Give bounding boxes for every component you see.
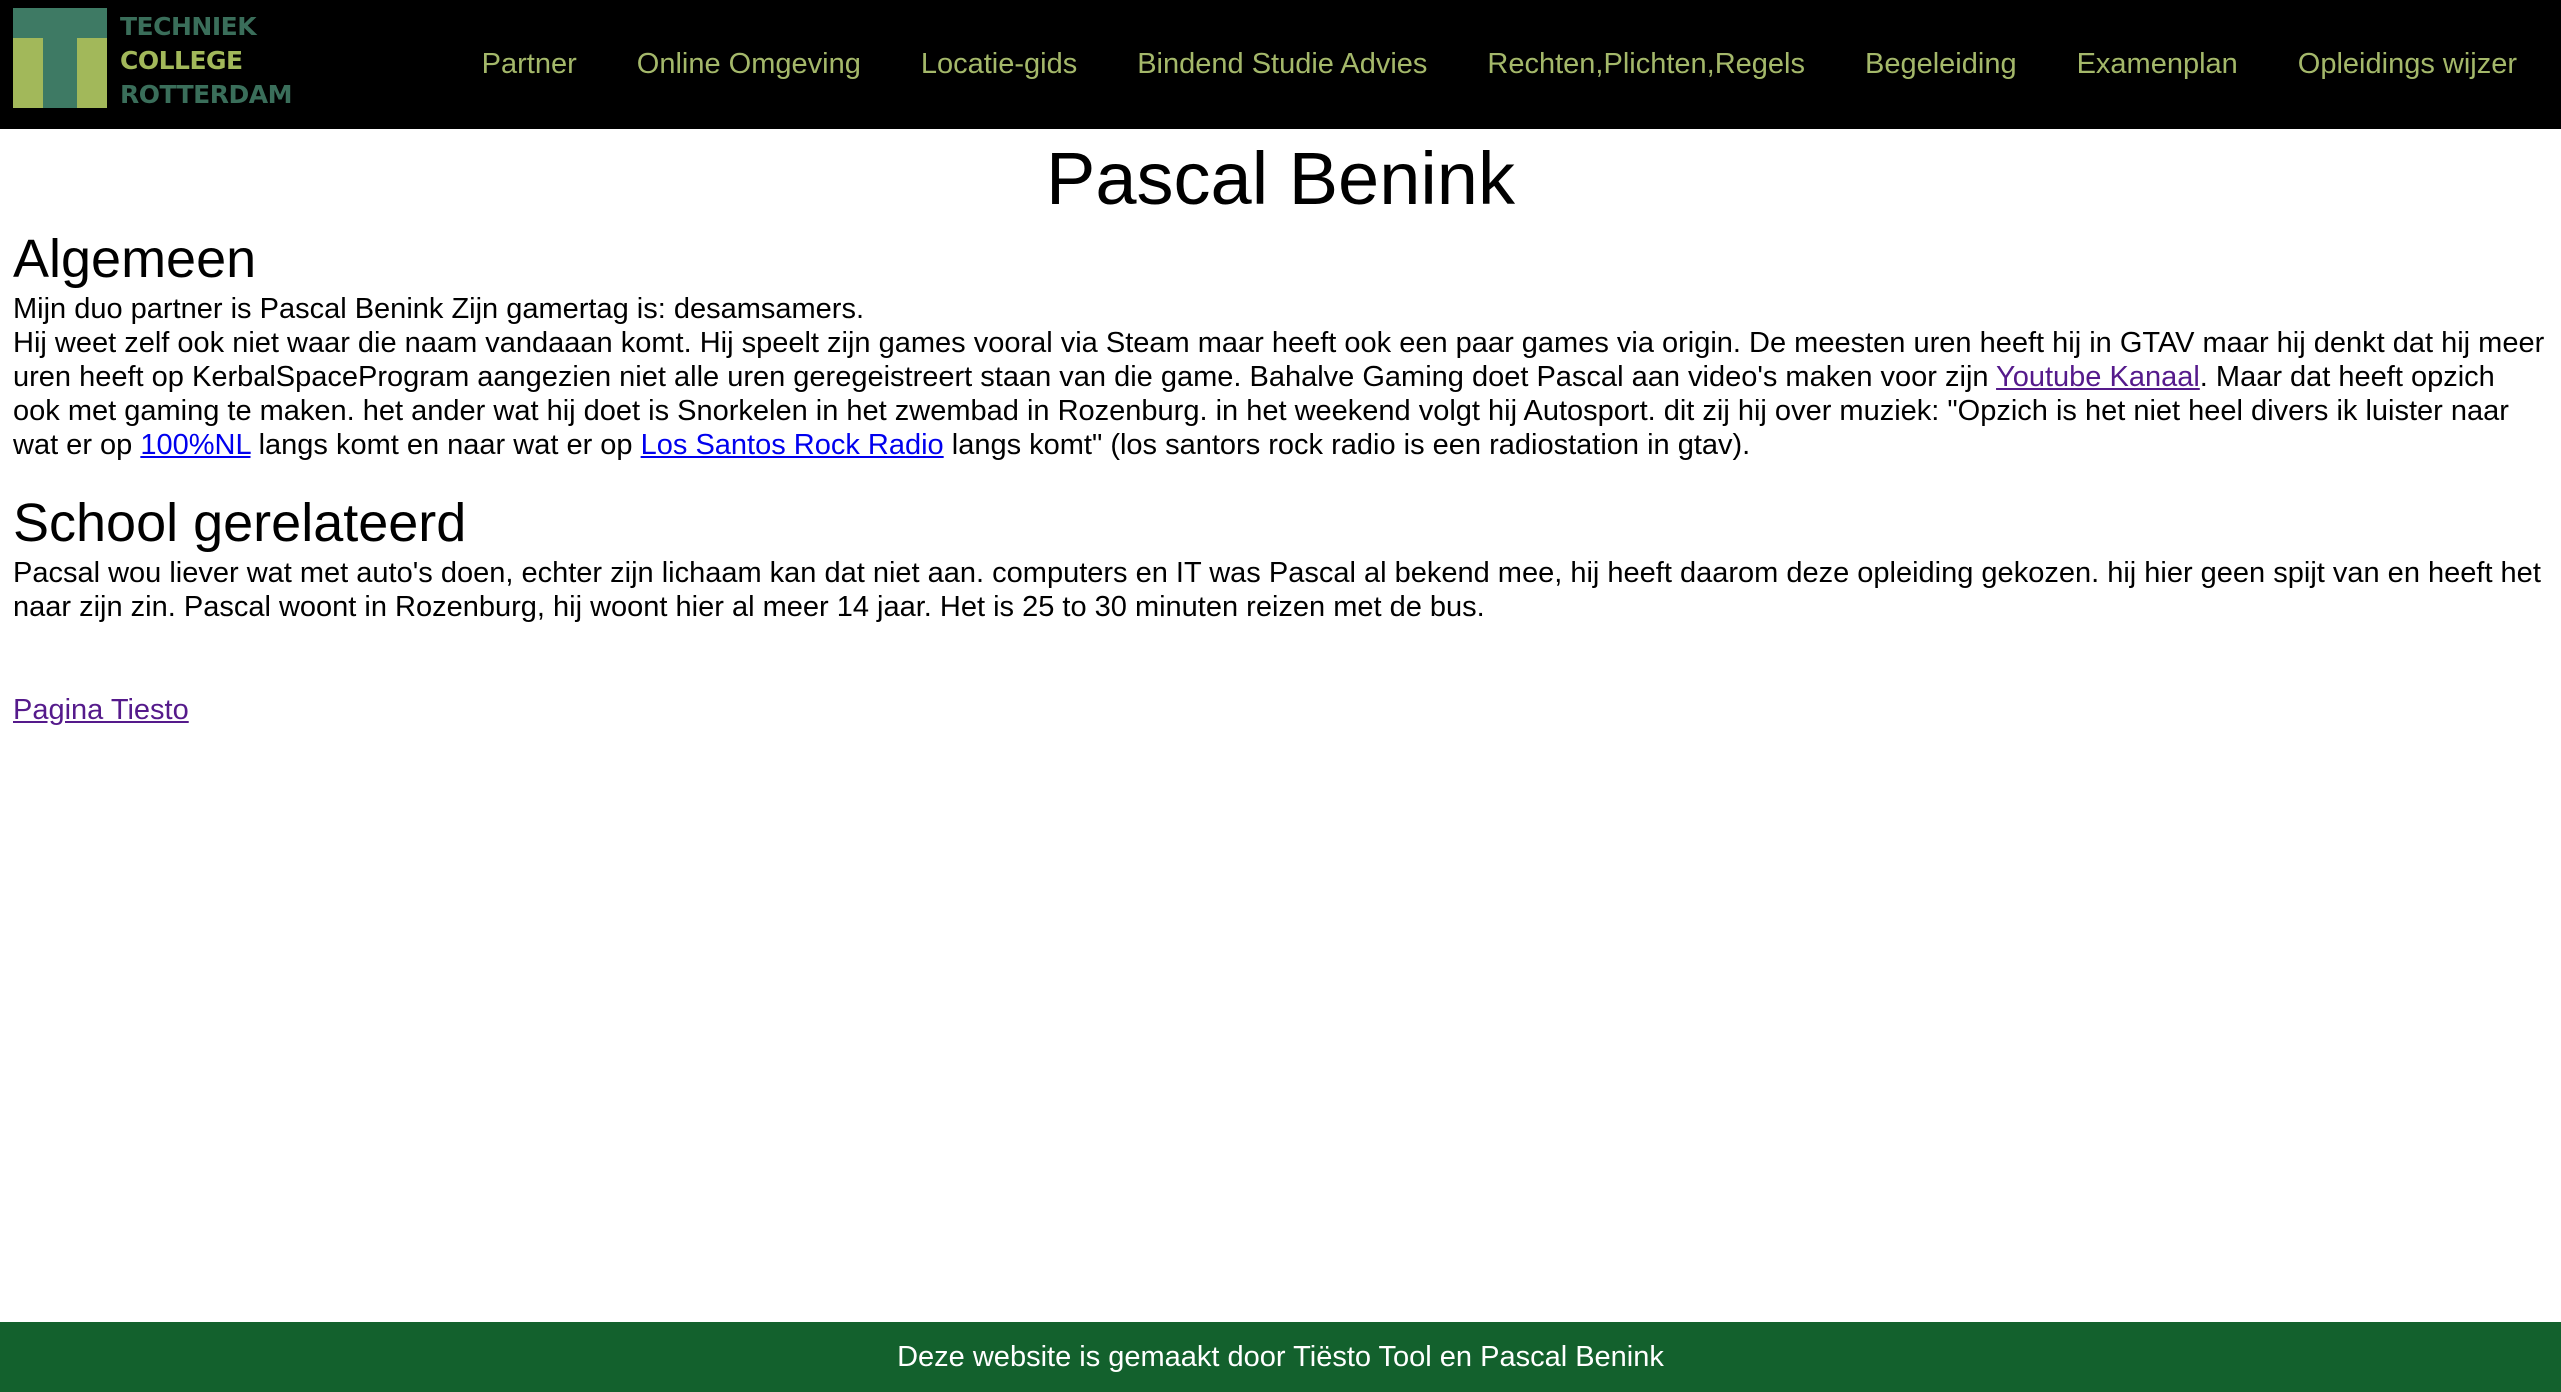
main-content: Pascal Benink Algemeen Mijn duo partner … xyxy=(13,129,2548,727)
algemeen-text-c: langs komt en naar wat er op xyxy=(250,429,641,461)
youtube-kanaal-link[interactable]: Youtube Kanaal xyxy=(1996,361,2200,393)
nav-item-partner[interactable]: Partner xyxy=(482,48,577,81)
page: TECHNIEK COLLEGE ROTTERDAM Partner Onlin… xyxy=(0,0,2561,1392)
nav-item-online-omgeving[interactable]: Online Omgeving xyxy=(637,48,861,81)
section-school-gerelateerd: School gerelateerd Pacsal wou liever wat… xyxy=(13,490,2548,624)
algemeen-text-d: langs komt" (los santors rock radio is e… xyxy=(943,429,1751,461)
logo-text: TECHNIEK COLLEGE ROTTERDAM xyxy=(120,10,293,112)
site-footer: Deze website is gemaakt door Tiësto Tool… xyxy=(0,1322,2561,1392)
nav-item-begeleiding[interactable]: Begeleiding xyxy=(1865,48,2017,81)
section-heading-school-gerelateerd: School gerelateerd xyxy=(13,493,467,553)
logo-line-rotterdam: ROTTERDAM xyxy=(120,80,293,109)
nav-item-opleidings-wijzer[interactable]: Opleidings wijzer xyxy=(2298,48,2517,81)
nav-item-locatie-gids[interactable]: Locatie-gids xyxy=(921,48,1077,81)
algemeen-paragraph: Hij weet zelf ook niet waar die naam van… xyxy=(13,326,2548,462)
radio-100nl-link[interactable]: 100%NL xyxy=(140,429,250,461)
page-title: Pascal Benink xyxy=(1046,137,1515,220)
logo-mark-icon xyxy=(13,8,107,108)
section-algemeen: Algemeen Mijn duo partner is Pascal Beni… xyxy=(13,226,2548,462)
nav-item-rechten-plichten-regels[interactable]: Rechten,Plichten,Regels xyxy=(1487,48,1805,81)
logo-line-college: COLLEGE xyxy=(120,46,243,75)
logo-line-techniek: TECHNIEK xyxy=(120,12,257,41)
nav-item-bindend-studie-advies[interactable]: Bindend Studie Advies xyxy=(1137,48,1427,81)
school-paragraph: Pacsal wou liever wat met auto's doen, e… xyxy=(13,557,2541,623)
footer-credit-text: Deze website is gemaakt door Tiësto Tool… xyxy=(897,1340,1664,1373)
site-header: TECHNIEK COLLEGE ROTTERDAM Partner Onlin… xyxy=(0,0,2561,129)
pagina-tiesto-link[interactable]: Pagina Tiesto xyxy=(13,694,189,727)
section-heading-algemeen: Algemeen xyxy=(13,229,257,289)
los-santos-rock-radio-link[interactable]: Los Santos Rock Radio xyxy=(641,429,944,461)
school-logo[interactable]: TECHNIEK COLLEGE ROTTERDAM xyxy=(13,8,293,109)
nav-item-examenplan[interactable]: Examenplan xyxy=(2077,48,2238,81)
main-nav: Partner Online Omgeving Locatie-gids Bin… xyxy=(422,0,2517,129)
algemeen-intro: Mijn duo partner is Pascal Benink Zijn g… xyxy=(13,293,865,325)
